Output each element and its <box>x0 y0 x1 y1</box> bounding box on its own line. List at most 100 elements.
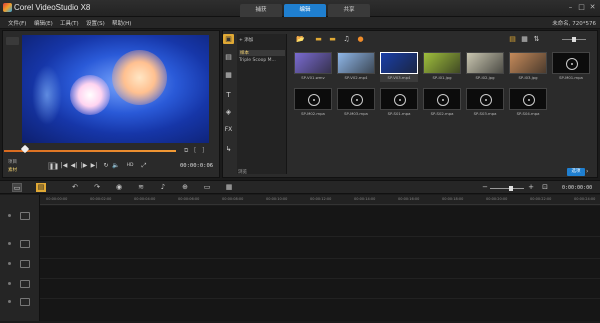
folder-sample[interactable]: 样本 <box>239 50 285 56</box>
library-item[interactable]: SP-I02.jpg <box>466 52 504 82</box>
filter-icon[interactable]: FX <box>223 125 234 135</box>
ruler-tick-label: 00:00:06:00 <box>178 197 200 201</box>
tab-share[interactable]: 共享 <box>328 4 370 17</box>
mode-clip[interactable]: 素材 <box>8 167 17 173</box>
path-icon[interactable]: ↳ <box>223 144 234 154</box>
show-effects-icon[interactable]: ● <box>356 35 365 43</box>
multi-camera-icon[interactable]: ▦ <box>224 183 234 192</box>
track-header-overlay[interactable] <box>2 237 38 253</box>
timeline-ruler[interactable]: 00:00:00:00 00:00:02:00 00:00:04:00 00:00:0… <box>40 195 600 205</box>
mark-in-icon[interactable]: [ <box>194 147 196 154</box>
fit-project-icon[interactable]: ⊡ <box>540 183 550 192</box>
sort-icon[interactable]: ⇅ <box>532 35 541 43</box>
track-header-music[interactable] <box>2 295 38 311</box>
library-item[interactable]: SP-S04.mpa <box>509 88 547 118</box>
library-item[interactable]: SP-M01.mpa <box>552 52 590 82</box>
track-header-video[interactable] <box>2 209 38 225</box>
mark-out-icon[interactable]: ] <box>202 147 204 154</box>
chevron-right-icon[interactable]: › <box>586 168 594 176</box>
menu-help[interactable]: 帮助(H) <box>112 19 131 27</box>
zoom-out-icon[interactable]: − <box>480 183 490 192</box>
library-item[interactable]: SP-M02.mpa <box>294 88 332 118</box>
timeline-timecode[interactable]: 0:00:00:00 <box>562 185 592 191</box>
enlarge-icon[interactable]: ⤢ <box>140 162 148 170</box>
library-item[interactable]: SP-S02.mpa <box>423 88 461 118</box>
transport-controls: ❚❚ |◀ ◀| |▶ ▶| ↻ 🔈 HD ⤢ <box>48 162 168 172</box>
graphics-icon[interactable]: ◈ <box>223 107 234 117</box>
redo-icon[interactable]: ↷ <box>92 183 102 192</box>
add-folder-button[interactable]: + 添加 <box>239 37 253 43</box>
play-pause-button[interactable]: ❚❚ <box>48 162 59 170</box>
folder-triple-scoop[interactable]: Triple Scoop M... <box>239 58 276 63</box>
track-visibility-icon[interactable] <box>8 242 11 245</box>
browse-button[interactable]: 浏览 <box>238 169 247 175</box>
library-item[interactable]: SP-V02.mp4 <box>337 52 375 82</box>
import-folder-icon[interactable]: 📂 <box>296 35 305 43</box>
title-icon[interactable]: T <box>223 90 234 100</box>
home-button[interactable]: |◀ <box>60 162 68 170</box>
bokeh-light <box>32 65 62 125</box>
auto-music-icon[interactable]: ♪ <box>158 183 168 192</box>
tab-capture[interactable]: 捕获 <box>240 4 282 17</box>
app-title: Corel VideoStudio X8 <box>14 3 91 12</box>
menu-settings[interactable]: 设置(S) <box>86 19 105 27</box>
tab-edit[interactable]: 编辑 <box>284 4 326 17</box>
subtitle-editor-icon[interactable]: ▭ <box>202 183 212 192</box>
menu-file[interactable]: 文件(F) <box>8 19 26 27</box>
minimize-icon[interactable]: – <box>566 3 575 12</box>
options-button[interactable]: 选项 <box>567 168 585 176</box>
video-preview[interactable] <box>22 35 209 143</box>
split-clip-icon[interactable]: ⧉ <box>184 147 188 155</box>
library-item[interactable]: SP-S01.mpa <box>380 88 418 118</box>
end-button[interactable]: ▶| <box>90 162 98 170</box>
instant-project-icon[interactable]: ▤ <box>223 52 234 62</box>
timeline-tracks[interactable] <box>40 206 600 321</box>
track-visibility-icon[interactable] <box>8 214 11 217</box>
library-item[interactable]: SP-V01.wmv <box>294 52 332 82</box>
mixer-icon[interactable]: ≋ <box>136 183 146 192</box>
list-view-icon[interactable]: ▤ <box>508 35 517 43</box>
audio-thumbnail <box>294 88 332 110</box>
mode-project[interactable]: 项目 <box>8 159 17 165</box>
library-item[interactable]: SP-I03.jpg <box>509 52 547 82</box>
thumbnail-view-icon[interactable]: ▦ <box>520 35 529 43</box>
menu-edit[interactable]: 编辑(E) <box>34 19 53 27</box>
previous-frame-button[interactable]: ◀| <box>70 162 78 170</box>
thumbnail-size-knob[interactable] <box>572 37 576 42</box>
media-icon[interactable]: ▣ <box>223 34 234 44</box>
zoom-in-icon[interactable]: + <box>526 183 536 192</box>
track-visibility-icon[interactable] <box>8 282 11 285</box>
library-item[interactable]: SP-V03.mp4 <box>380 52 418 82</box>
scrubber[interactable] <box>4 144 176 154</box>
record-capture-icon[interactable]: ◉ <box>114 183 124 192</box>
track-header-title[interactable] <box>2 257 38 273</box>
track-header-voice[interactable] <box>2 277 38 293</box>
close-icon[interactable]: ✕ <box>588 3 597 12</box>
storyboard-view-button[interactable]: ▭ <box>12 183 22 192</box>
hd-preview-button[interactable]: HD <box>124 162 136 170</box>
library-category-bar: ▣ ▤ ▦ T ◈ FX ↳ <box>222 34 235 162</box>
voice-track-icon <box>20 280 30 288</box>
maximize-icon[interactable]: □ <box>577 3 586 12</box>
timeline-view-button[interactable]: ▤ <box>36 183 46 192</box>
show-audio-icon[interactable]: ♫ <box>342 35 351 43</box>
library-item[interactable]: SP-I01.jpg <box>423 52 461 82</box>
library-item[interactable]: SP-M03.mpa <box>337 88 375 118</box>
track-visibility-icon[interactable] <box>8 300 11 303</box>
repeat-icon[interactable]: ↻ <box>102 162 110 170</box>
menu-tools[interactable]: 工具(T) <box>60 19 79 27</box>
library-item[interactable]: SP-S03.mpa <box>466 88 504 118</box>
track-visibility-icon[interactable] <box>8 262 11 265</box>
show-photo-icon[interactable]: ▬ <box>328 35 337 43</box>
volume-icon[interactable]: 🔈 <box>112 162 120 170</box>
transition-icon[interactable]: ▦ <box>223 70 234 80</box>
undo-icon[interactable]: ↶ <box>70 183 80 192</box>
timeline-zoom-slider[interactable] <box>490 188 524 189</box>
show-video-icon[interactable]: ▬ <box>314 35 323 43</box>
image-thumbnail <box>466 52 504 74</box>
timeline-zoom-knob[interactable] <box>509 186 513 191</box>
player-timecode[interactable]: 00:00:0:06 <box>180 163 213 169</box>
motion-tracking-icon[interactable]: ⊕ <box>180 183 190 192</box>
fullscreen-preview-button[interactable] <box>6 37 19 45</box>
next-frame-button[interactable]: |▶ <box>80 162 88 170</box>
